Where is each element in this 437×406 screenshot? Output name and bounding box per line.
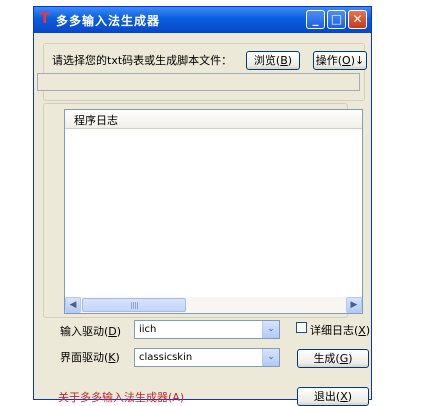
- scroll-left-button[interactable]: ◀: [65, 297, 81, 313]
- browse-label: 浏览(: [253, 54, 281, 67]
- ui-driver-select[interactable]: classicskin ⌄: [134, 348, 280, 367]
- scroll-thumb[interactable]: [82, 298, 186, 312]
- ui-driver-key: K: [108, 351, 116, 364]
- chevron-down-icon[interactable]: ⌄: [262, 349, 279, 366]
- ui-driver-close: ): [115, 351, 120, 364]
- close-button[interactable]: ✕: [348, 10, 367, 29]
- close-icon: ✕: [352, 12, 363, 26]
- input-driver-select[interactable]: iich ⌄: [134, 320, 280, 339]
- detail-log-checkbox[interactable]: [296, 322, 307, 333]
- window-title: 多多输入法生成器: [56, 14, 161, 28]
- input-driver-text: 输入驱动(: [60, 325, 109, 338]
- detail-log-close: ): [365, 324, 371, 337]
- chevron-right-icon: ▶: [350, 300, 358, 310]
- browse-close: ): [287, 54, 293, 67]
- horizontal-scrollbar[interactable]: ◀ ▶: [65, 297, 362, 313]
- maximize-icon: □: [330, 12, 343, 26]
- grip-icon: [131, 302, 139, 309]
- ui-driver-label: 界面驱动(K): [60, 349, 120, 365]
- exit-key: X: [340, 390, 348, 403]
- scroll-right-button[interactable]: ▶: [346, 297, 362, 313]
- input-driver-label: 输入驱动(D): [60, 323, 121, 339]
- detail-log-label[interactable]: 详细日志(X): [310, 322, 370, 338]
- exit-button[interactable]: 退出(X): [297, 387, 369, 406]
- ui-driver-value: classicskin: [139, 352, 193, 363]
- exit-close: ): [347, 390, 353, 403]
- maximize-button[interactable]: □: [327, 10, 346, 29]
- generate-key: G: [339, 352, 349, 365]
- log-list[interactable]: 程序日志 ◀ ▶: [64, 109, 363, 314]
- exit-text: 退出(: [313, 390, 341, 403]
- minimize-icon: _: [312, 12, 319, 26]
- log-header: 程序日志: [65, 110, 362, 129]
- input-driver-key: D: [108, 325, 117, 338]
- chevron-left-icon: ◀: [69, 300, 77, 310]
- action-label: 操作(: [315, 54, 343, 67]
- minimize-button[interactable]: _: [306, 10, 325, 29]
- chevron-down-icon[interactable]: ⌄: [262, 321, 279, 338]
- title-bar[interactable]: T 多多输入法生成器 _ □ ✕: [34, 7, 371, 33]
- generate-button[interactable]: 生成(G): [297, 349, 369, 368]
- about-link[interactable]: 关于多多输入法生成器(A): [58, 389, 184, 405]
- browse-button[interactable]: 浏览(B): [246, 51, 300, 70]
- action-key: O: [342, 54, 351, 67]
- app-icon: T: [40, 11, 50, 27]
- file-path-input[interactable]: [37, 73, 360, 91]
- action-button[interactable]: 操作(O)↓: [313, 51, 367, 70]
- input-driver-value: iich: [139, 324, 157, 335]
- browse-key: B: [280, 54, 288, 67]
- main-window: T 多多输入法生成器 _ □ ✕ 请选择您的txt码表或生成脚本文件： 浏览(B…: [33, 6, 372, 400]
- generate-close: ): [348, 352, 353, 365]
- log-header-label: 程序日志: [74, 114, 118, 127]
- detail-log-key: X: [358, 324, 366, 337]
- detail-log-text: 详细日志(: [310, 324, 359, 337]
- file-select-label: 请选择您的txt码表或生成脚本文件：: [52, 54, 233, 67]
- action-suffix: )↓: [350, 54, 365, 67]
- input-driver-close: ): [116, 325, 122, 338]
- ui-driver-text: 界面驱动(: [60, 351, 109, 364]
- generate-text: 生成(: [313, 352, 340, 365]
